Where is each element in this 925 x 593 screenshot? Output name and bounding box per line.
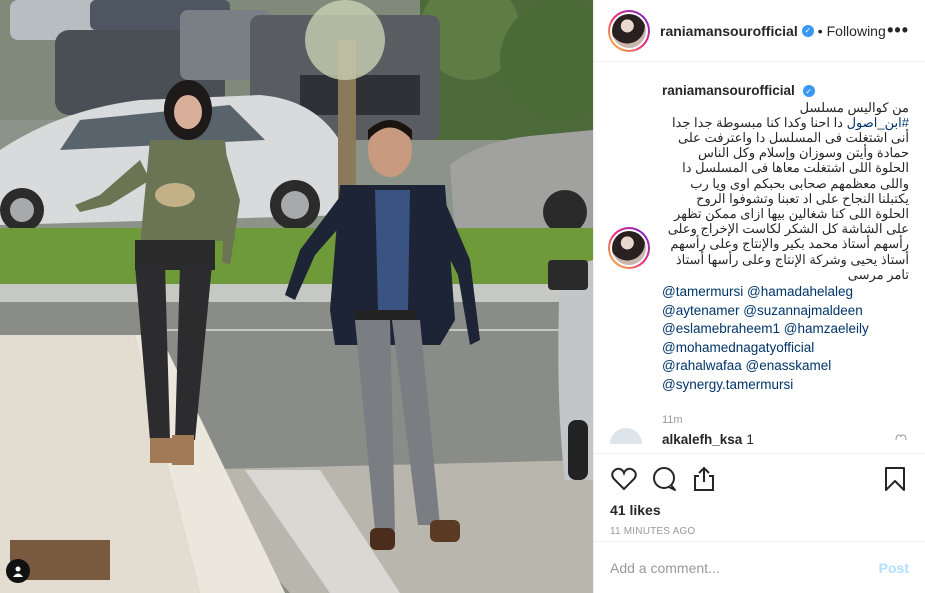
post-photo[interactable] <box>0 0 593 593</box>
mention-link[interactable]: @synergy.tamermursi <box>662 377 793 392</box>
mention-link[interactable]: @aytenamer <box>662 303 740 318</box>
mention-link[interactable]: @tamermursi <box>662 284 743 299</box>
verified-badge-icon: ✓ <box>801 24 814 37</box>
comment-input[interactable] <box>610 559 879 576</box>
caption-author[interactable]: raniamansourofficial <box>662 83 795 98</box>
comment-item: alkalefh_ksa 1 <box>610 428 754 453</box>
author-avatar[interactable] <box>608 9 650 52</box>
caption: raniamansourofficial ✓ من كواليس مسلسل #… <box>662 82 909 394</box>
caption-body: من كواليس مسلسل #ابن_اصول دا احنا وكدا ك… <box>667 99 909 282</box>
action-icons <box>610 464 909 494</box>
add-comment-bar: Post <box>594 541 925 593</box>
caption-mentions: @tamermursi @hamadahelaleg @aytenamer @s… <box>662 283 909 394</box>
mention-link[interactable]: @rahalwafaa <box>662 358 742 373</box>
share-upload-icon[interactable] <box>690 465 718 493</box>
save-bookmark-icon[interactable] <box>881 465 909 493</box>
post-timestamp[interactable]: 11 MINUTES AGO <box>610 526 909 537</box>
caption-time[interactable]: 11m <box>662 414 909 426</box>
tagged-user-icon[interactable] <box>6 559 30 583</box>
comment-like-heart-icon[interactable] <box>895 434 907 442</box>
comment-text: 1 <box>746 432 754 447</box>
mention-link[interactable]: @eslamebraheem1 <box>662 321 780 336</box>
more-dots-icon[interactable]: ••• <box>887 20 909 41</box>
commenter-username[interactable]: alkalefh_ksa <box>662 432 742 447</box>
mention-link[interactable]: @enasskamel <box>746 358 832 373</box>
hashtag-link[interactable]: #ابن_اصول <box>847 115 909 130</box>
instagram-post: raniamansourofficial ✓ • Following ••• r… <box>0 0 925 593</box>
mention-link[interactable]: @suzannajmaldeen <box>743 303 863 318</box>
post-header: raniamansourofficial ✓ • Following ••• <box>594 0 925 62</box>
post-info-panel: raniamansourofficial ✓ • Following ••• r… <box>593 0 925 593</box>
caption-verified-icon: ✓ <box>802 85 815 98</box>
likes-count[interactable]: 41 likes <box>610 502 909 518</box>
post-comment-button[interactable]: Post <box>879 560 909 576</box>
caption-avatar[interactable] <box>608 227 650 269</box>
commenter-avatar[interactable] <box>610 428 642 444</box>
mention-link[interactable]: @mohamednagatyofficial <box>662 340 814 355</box>
like-heart-icon[interactable] <box>610 465 638 493</box>
mention-link[interactable]: @hamadahelaleg <box>747 284 853 299</box>
comment-bubble-icon[interactable] <box>650 465 678 493</box>
following-button[interactable]: Following <box>827 23 886 39</box>
mention-link[interactable]: @hamzaeleily <box>784 321 869 336</box>
author-username[interactable]: raniamansourofficial <box>660 23 798 39</box>
comments-area: raniamansourofficial ✓ من كواليس مسلسل #… <box>594 62 925 453</box>
header-separator: • <box>817 22 823 39</box>
photo-scene <box>0 0 593 593</box>
